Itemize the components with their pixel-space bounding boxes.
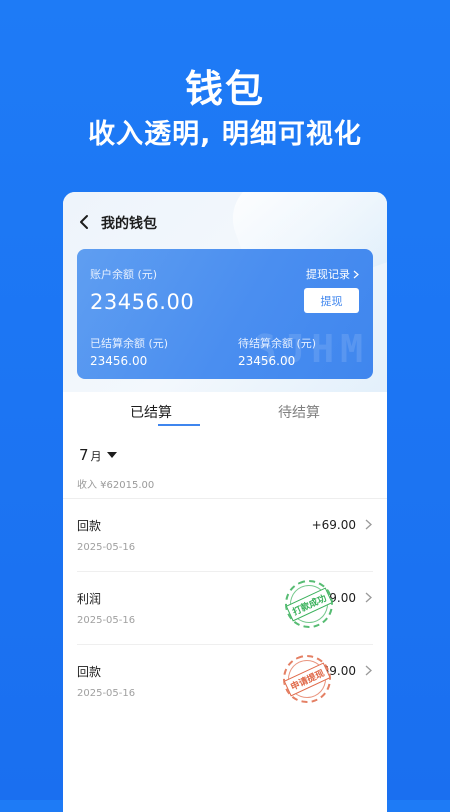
promo-subtitle: 收入透明, 明细可视化 (88, 119, 362, 150)
settled-balance-value: 23456.00 (90, 354, 148, 368)
withdraw-request-stamp: 申请提现 (275, 647, 339, 711)
record-date: 2025-05-16 (77, 688, 136, 699)
account-balance-value: 23456.00 (90, 290, 195, 314)
chevron-right-icon (365, 519, 372, 530)
pending-balance-label: 待结算余额 (元) (238, 337, 317, 350)
record-name: 回款 (77, 519, 102, 533)
withdraw-record-link[interactable]: 提现记录 (306, 266, 359, 282)
record-date: 2025-05-16 (77, 615, 136, 626)
balance-card: SJHM 账户余额 (元) 提现记录 23456.00 提现 已结算余额 (元)… (77, 249, 373, 379)
wallet-screen: 我的钱包 SJHM 账户余额 (元) 提现记录 23456.00 提现 已结算余… (63, 192, 387, 812)
pending-balance-value: 23456.00 (238, 354, 296, 368)
chevron-right-icon (365, 665, 372, 676)
record-date: 2025-05-16 (77, 542, 136, 553)
record-amount: +69.00 (311, 518, 356, 532)
chevron-right-icon (365, 592, 372, 603)
settlement-tabs: 已结算 待结算 (63, 402, 387, 432)
list-item[interactable]: 利润 2025-05-16 +69.00 打款成功 (63, 572, 387, 645)
active-tab-indicator (158, 424, 200, 426)
list-item[interactable]: 回款 2025-05-16 +69.00 (63, 499, 387, 572)
chevron-right-icon (353, 270, 359, 279)
caret-down-icon (106, 452, 117, 458)
month-selector[interactable]: 7 月 (79, 446, 117, 464)
payment-success-stamp: 打款成功 (277, 572, 341, 636)
record-name: 回款 (77, 665, 102, 679)
account-balance-label: 账户余额 (元) (90, 268, 158, 281)
nav-title: 我的钱包 (101, 216, 157, 232)
tab-pending[interactable]: 待结算 (218, 402, 380, 422)
list-item[interactable]: 回款 2025-05-16 +69.00 申请提现 (63, 645, 387, 718)
chevron-left-icon (80, 215, 88, 229)
back-button[interactable] (75, 212, 93, 232)
record-name: 利润 (77, 592, 102, 606)
withdraw-button[interactable]: 提现 (304, 288, 359, 313)
tab-settled[interactable]: 已结算 (70, 402, 232, 422)
month-value: 7 (79, 446, 89, 464)
promo-title: 钱包 (184, 67, 265, 111)
settled-balance-label: 已结算余额 (元) (90, 337, 169, 350)
withdraw-record-label: 提现记录 (306, 268, 350, 281)
month-unit: 月 (90, 450, 102, 463)
income-summary: 收入 ¥62015.00 (77, 480, 155, 491)
